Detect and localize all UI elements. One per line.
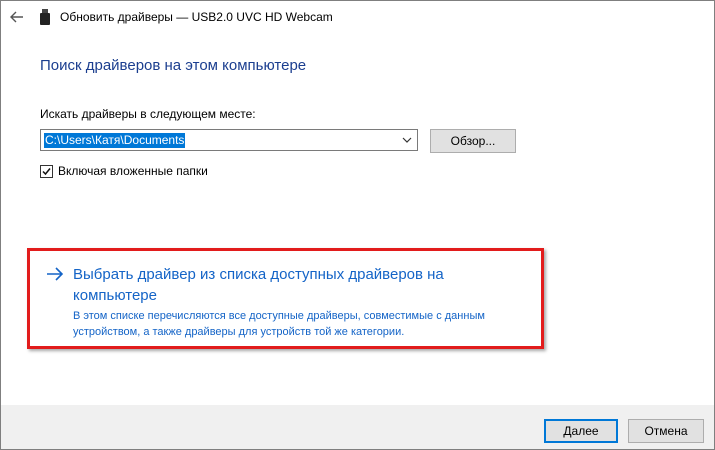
back-arrow-icon bbox=[10, 11, 23, 23]
pick-from-list-title[interactable]: Выбрать драйвер из списка доступных драй… bbox=[73, 264, 513, 306]
pick-from-list-description: В этом списке перечисляются все доступны… bbox=[73, 310, 485, 338]
dropdown-button[interactable] bbox=[400, 133, 414, 147]
update-drivers-window: Обновить драйверы — USB2.0 UVC HD Webcam… bbox=[0, 0, 715, 450]
right-arrow-icon bbox=[47, 267, 64, 281]
include-subfolders-label: Включая вложенные папки bbox=[58, 164, 208, 178]
page-heading: Поиск драйверов на этом компьютере bbox=[40, 57, 307, 74]
checkmark-icon bbox=[42, 167, 51, 175]
search-location-label: Искать драйверы в следующем месте: bbox=[40, 107, 256, 121]
search-location-value: C:\Users\Катя\Documents bbox=[44, 133, 186, 148]
footer-bar: Далее Отмена bbox=[1, 405, 714, 449]
chevron-down-icon bbox=[402, 137, 412, 143]
usb-device-icon bbox=[40, 9, 50, 25]
title-bar: Обновить драйверы — USB2.0 UVC HD Webcam bbox=[1, 1, 714, 33]
include-subfolders-checkbox-row[interactable]: Включая вложенные папки bbox=[40, 163, 208, 179]
cancel-button[interactable]: Отмена bbox=[628, 419, 704, 443]
browse-button[interactable]: Обзор... bbox=[430, 129, 516, 153]
search-location-combobox[interactable]: C:\Users\Катя\Documents bbox=[40, 129, 418, 151]
window-title: Обновить драйверы — USB2.0 UVC HD Webcam bbox=[60, 10, 333, 24]
include-subfolders-checkbox[interactable] bbox=[40, 164, 53, 178]
back-button[interactable] bbox=[7, 7, 27, 27]
next-button[interactable]: Далее bbox=[544, 419, 618, 443]
